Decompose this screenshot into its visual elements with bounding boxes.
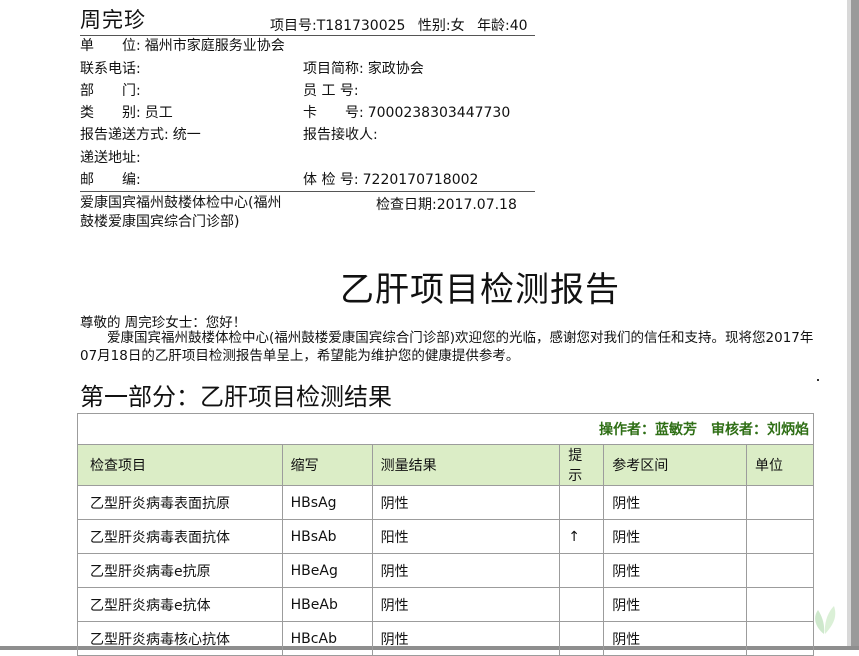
field-category: 类 别: 员工 — [80, 105, 173, 121]
field-postcode: 邮 编: — [80, 172, 141, 188]
cell-reference: 阴性 — [603, 621, 748, 656]
field-card-no: 卡 号: 7000238303447730 — [303, 105, 511, 121]
results-table-wrapper: 操作者：蓝敏芳 审核者：刘炳焰 检查项目 缩写 测量结果 提示 参考区间 单位 乙… — [77, 413, 814, 656]
cell-reference: 阴性 — [603, 519, 748, 554]
field-recipient: 报告接收人: — [303, 127, 378, 143]
cell-abbr: HBeAg — [281, 553, 373, 588]
stray-dot — [817, 379, 819, 381]
vertical-scrollbar-track[interactable] — [851, 0, 859, 650]
cell-hint — [559, 553, 605, 588]
cell-result: 阴性 — [371, 485, 561, 520]
cell-result: 阴性 — [371, 621, 561, 656]
header-rule-bottom — [80, 191, 535, 192]
col-result: 测量结果 — [371, 444, 561, 486]
report-title: 乙肝项目检测报告 — [340, 270, 620, 310]
field-employee-no: 员 工 号: — [303, 83, 359, 99]
reviewer: 审核者：刘炳焰 — [711, 422, 809, 438]
cell-hint — [559, 485, 605, 520]
greeting: 尊敬的 周完珍女士：您好！ — [80, 315, 247, 331]
cell-result: 阴性 — [371, 587, 561, 622]
table-row: 乙型肝炎病毒表面抗原 HBsAg 阴性 阴性 — [77, 485, 814, 520]
cell-unit — [746, 519, 814, 554]
header-rule-top — [80, 35, 535, 36]
field-project-short: 项目简称: 家政协会 — [303, 61, 424, 77]
cell-result: 阳性 — [371, 519, 561, 554]
operator: 操作者：蓝敏芳 — [599, 422, 697, 438]
cell-reference: 阴性 — [603, 485, 748, 520]
patient-name: 周完珍 — [80, 8, 146, 32]
leaf-logo-icon — [815, 606, 836, 634]
col-unit: 单位 — [746, 444, 814, 486]
cell-abbr: HBsAg — [281, 485, 373, 520]
results-table: 操作者：蓝敏芳 审核者：刘炳焰 检查项目 缩写 测量结果 提示 参考区间 单位 乙… — [77, 413, 814, 656]
patient-meta: 项目号:T181730025 性别:女 年龄:40 — [270, 15, 536, 35]
cell-reference: 阴性 — [603, 553, 748, 588]
field-department: 部 门: — [80, 83, 141, 99]
age: 年龄:40 — [477, 18, 528, 34]
exam-center-name: 爱康国宾福州鼓楼体检中心(福州鼓楼爱康国宾综合门诊部) — [80, 195, 282, 230]
intro-paragraph: 爱康国宾福州鼓楼体检中心(福州鼓楼爱康国宾综合门诊部)欢迎您的光临，感谢您对我们… — [80, 330, 814, 364]
cell-item: 乙型肝炎病毒表面抗原 — [77, 485, 283, 520]
gender: 性别:女 — [417, 18, 465, 34]
table-row: 乙型肝炎病毒表面抗体 HBsAb 阳性 ↑ 阴性 — [77, 519, 814, 554]
col-hint: 提示 — [559, 444, 605, 486]
cell-reference: 阴性 — [603, 587, 748, 622]
cell-unit — [746, 587, 814, 622]
cell-hint — [559, 587, 605, 622]
cell-unit — [746, 485, 814, 520]
section-title: 第一部分：乙肝项目检测结果 — [80, 383, 392, 411]
cell-abbr: HBsAb — [281, 519, 373, 554]
col-abbr: 缩写 — [281, 444, 373, 486]
cell-hint — [559, 621, 605, 656]
project-number: 项目号:T181730025 — [270, 18, 406, 34]
cell-hint-arrow-up: ↑ — [559, 519, 605, 554]
exam-date: 检查日期:2017.07.18 — [376, 197, 517, 213]
table-row: 乙型肝炎病毒核心抗体 HBcAb 阴性 阴性 — [77, 621, 814, 656]
cell-item: 乙型肝炎病毒核心抗体 — [77, 621, 283, 656]
table-row: 乙型肝炎病毒e抗体 HBeAb 阴性 阴性 — [77, 587, 814, 622]
cell-unit — [746, 621, 814, 656]
field-delivery-method: 报告递送方式: 统一 — [80, 127, 201, 143]
field-exam-no: 体 检 号: 7220170718002 — [303, 172, 479, 188]
table-header-row: 检查项目 缩写 测量结果 提示 参考区间 单位 — [77, 444, 814, 486]
table-row: 乙型肝炎病毒e抗原 HBeAg 阴性 阴性 — [77, 553, 814, 588]
cell-result: 阴性 — [371, 553, 561, 588]
col-item: 检查项目 — [77, 444, 283, 486]
cell-unit — [746, 553, 814, 588]
cell-item: 乙型肝炎病毒e抗原 — [77, 553, 283, 588]
field-phone: 联系电话: — [80, 61, 141, 77]
cell-abbr: HBcAb — [281, 621, 373, 656]
cell-item: 乙型肝炎病毒e抗体 — [77, 587, 283, 622]
field-unit: 单 位: 福州市家庭服务业协会 — [80, 38, 285, 54]
col-reference: 参考区间 — [603, 444, 748, 486]
field-delivery-address: 递送地址: — [80, 150, 141, 166]
cell-item: 乙型肝炎病毒表面抗体 — [77, 519, 283, 554]
cell-abbr: HBeAb — [281, 587, 373, 622]
signers-row: 操作者：蓝敏芳 审核者：刘炳焰 — [77, 413, 814, 445]
